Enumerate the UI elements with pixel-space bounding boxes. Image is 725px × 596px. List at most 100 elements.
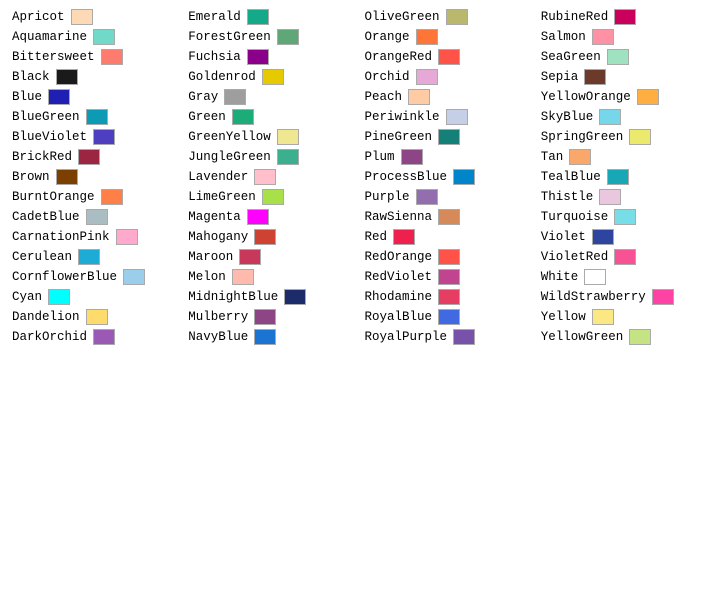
color-swatch xyxy=(277,29,299,45)
color-name-label: Cyan xyxy=(12,290,42,304)
color-swatch xyxy=(93,29,115,45)
color-item: OrangeRed xyxy=(363,48,539,66)
color-name-label: Sepia xyxy=(541,70,579,84)
color-grid: ApricotAquamarineBittersweetBlackBlueBlu… xyxy=(10,8,715,346)
color-item: SeaGreen xyxy=(539,48,715,66)
color-swatch xyxy=(408,89,430,105)
color-swatch xyxy=(232,109,254,125)
color-name-label: Turquoise xyxy=(541,210,609,224)
color-swatch xyxy=(101,49,123,65)
color-swatch xyxy=(254,169,276,185)
color-swatch xyxy=(438,289,460,305)
color-item: ForestGreen xyxy=(186,28,362,46)
color-item: BurntOrange xyxy=(10,188,186,206)
color-swatch xyxy=(254,329,276,345)
color-item: Red xyxy=(363,228,539,246)
color-item: Dandelion xyxy=(10,308,186,326)
color-name-label: MidnightBlue xyxy=(188,290,278,304)
color-swatch xyxy=(262,69,284,85)
color-item: YellowOrange xyxy=(539,88,715,106)
color-name-label: Emerald xyxy=(188,10,241,24)
color-item: Sepia xyxy=(539,68,715,86)
color-swatch xyxy=(78,149,100,165)
color-name-label: Violet xyxy=(541,230,586,244)
color-name-label: Magenta xyxy=(188,210,241,224)
color-swatch xyxy=(584,69,606,85)
color-name-label: LimeGreen xyxy=(188,190,256,204)
color-name-label: SpringGreen xyxy=(541,130,624,144)
color-name-label: Periwinkle xyxy=(365,110,440,124)
color-swatch xyxy=(629,329,651,345)
color-name-label: Maroon xyxy=(188,250,233,264)
color-item: Emerald xyxy=(186,8,362,26)
color-name-label: ForestGreen xyxy=(188,30,271,44)
color-name-label: Tan xyxy=(541,150,564,164)
color-name-label: PineGreen xyxy=(365,130,433,144)
color-name-label: RoyalPurple xyxy=(365,330,448,344)
color-item: Black xyxy=(10,68,186,86)
color-swatch xyxy=(599,189,621,205)
color-item: Tan xyxy=(539,148,715,166)
color-name-label: Goldenrod xyxy=(188,70,256,84)
color-swatch xyxy=(416,189,438,205)
color-swatch xyxy=(453,329,475,345)
color-name-label: RoyalBlue xyxy=(365,310,433,324)
color-item: Plum xyxy=(363,148,539,166)
color-name-label: SkyBlue xyxy=(541,110,594,124)
color-item: Bittersweet xyxy=(10,48,186,66)
color-swatch xyxy=(592,29,614,45)
color-item: CornflowerBlue xyxy=(10,268,186,286)
color-item: Periwinkle xyxy=(363,108,539,126)
color-name-label: Rhodamine xyxy=(365,290,433,304)
color-name-label: RedOrange xyxy=(365,250,433,264)
color-item: BrickRed xyxy=(10,148,186,166)
color-item: RoyalBlue xyxy=(363,308,539,326)
color-swatch xyxy=(446,109,468,125)
color-swatch xyxy=(247,9,269,25)
color-item: SkyBlue xyxy=(539,108,715,126)
color-item: MidnightBlue xyxy=(186,288,362,306)
color-name-label: Lavender xyxy=(188,170,248,184)
color-swatch xyxy=(416,69,438,85)
color-swatch xyxy=(71,9,93,25)
color-swatch xyxy=(262,189,284,205)
color-item: LimeGreen xyxy=(186,188,362,206)
color-item: Magenta xyxy=(186,208,362,226)
color-item: YellowGreen xyxy=(539,328,715,346)
color-swatch xyxy=(393,229,415,245)
color-swatch xyxy=(56,69,78,85)
color-item: Cyan xyxy=(10,288,186,306)
color-item: Cerulean xyxy=(10,248,186,266)
color-swatch xyxy=(239,249,261,265)
color-item: White xyxy=(539,268,715,286)
color-name-label: RawSienna xyxy=(365,210,433,224)
color-item: Salmon xyxy=(539,28,715,46)
color-item: Mahogany xyxy=(186,228,362,246)
color-name-label: YellowOrange xyxy=(541,90,631,104)
color-name-label: BlueViolet xyxy=(12,130,87,144)
color-swatch xyxy=(48,289,70,305)
color-name-label: BrickRed xyxy=(12,150,72,164)
color-item: Peach xyxy=(363,88,539,106)
color-item: CadetBlue xyxy=(10,208,186,226)
color-swatch xyxy=(637,89,659,105)
color-name-label: CornflowerBlue xyxy=(12,270,117,284)
color-name-label: Black xyxy=(12,70,50,84)
color-column-2: OliveGreenOrangeOrangeRedOrchidPeachPeri… xyxy=(363,8,539,346)
color-item: Turquoise xyxy=(539,208,715,226)
color-column-0: ApricotAquamarineBittersweetBlackBlueBlu… xyxy=(10,8,186,346)
color-item: VioletRed xyxy=(539,248,715,266)
color-name-label: Bittersweet xyxy=(12,50,95,64)
color-name-label: Green xyxy=(188,110,226,124)
color-item: DarkOrchid xyxy=(10,328,186,346)
color-swatch xyxy=(123,269,145,285)
color-swatch xyxy=(284,289,306,305)
color-swatch xyxy=(629,129,651,145)
color-name-label: CarnationPink xyxy=(12,230,110,244)
color-name-label: Purple xyxy=(365,190,410,204)
color-swatch xyxy=(56,169,78,185)
color-item: WildStrawberry xyxy=(539,288,715,306)
color-item: GreenYellow xyxy=(186,128,362,146)
color-name-label: Melon xyxy=(188,270,226,284)
color-swatch xyxy=(652,289,674,305)
